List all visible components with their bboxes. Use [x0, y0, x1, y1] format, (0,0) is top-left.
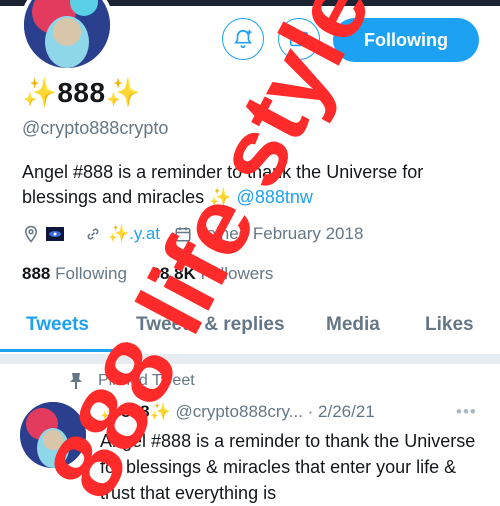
bio-mention-link[interactable]: @888tnw	[237, 187, 313, 207]
avatar-image	[24, 0, 110, 68]
galaxy-emoji-icon	[46, 227, 64, 241]
tweet-text: Angel #888 is a reminder to thank the Un…	[100, 431, 476, 503]
message-button[interactable]	[278, 18, 320, 60]
profile-meta: ✨.y.at Joined February 2018	[22, 224, 377, 244]
tweet-date[interactable]: · 2/26/21	[308, 402, 375, 421]
profile-bio: Angel #888 is a reminder to thank the Un…	[22, 160, 482, 210]
bio-emoji: ✨	[209, 187, 232, 207]
followers-stat[interactable]: 88.8K Followers	[151, 264, 274, 283]
notifications-button[interactable]	[222, 18, 264, 60]
following-stat[interactable]: 888 Following	[22, 264, 127, 283]
following-count: 888	[22, 264, 51, 283]
tab-tweets[interactable]: Tweets	[26, 314, 89, 336]
tab-media[interactable]: Media	[326, 314, 380, 336]
joined-text: Joined February 2018	[198, 224, 364, 243]
pin-icon	[70, 373, 82, 389]
profile-stats: 888 Following 88.8K Followers	[22, 264, 273, 284]
website[interactable]: ✨.y.at	[84, 224, 160, 244]
profile-tabs: Tweets Tweets & replies Media Likes	[0, 302, 500, 355]
bell-plus-icon	[234, 29, 252, 49]
pinned-indicator: Pinned Tweet	[68, 372, 195, 390]
tweet-author-name[interactable]: ✨888✨	[100, 402, 171, 421]
tab-tweets-replies[interactable]: Tweets & replies	[136, 314, 285, 336]
followers-count: 88.8K	[150, 264, 196, 283]
tweet-avatar[interactable]	[20, 402, 86, 468]
calendar-icon	[175, 227, 191, 242]
following-button[interactable]: Following	[333, 18, 479, 62]
envelope-icon	[289, 31, 309, 47]
profile-name: ✨888✨	[22, 77, 141, 108]
link-icon	[87, 228, 99, 240]
active-tab-indicator	[0, 349, 120, 352]
tweet-header: ✨888✨ @crypto888cry... · 2/26/21	[100, 402, 375, 422]
profile-handle: @crypto888crypto	[22, 118, 169, 138]
tweet-avatar-image	[20, 402, 86, 468]
followers-label: Followers	[200, 264, 274, 283]
more-options-icon[interactable]: •••	[456, 402, 477, 422]
section-separator	[0, 354, 500, 364]
website-link[interactable]: ✨.y.at	[108, 224, 160, 244]
following-label: Following	[55, 264, 127, 283]
tab-likes[interactable]: Likes	[425, 314, 474, 336]
pinned-label: Pinned Tweet	[98, 372, 195, 389]
location	[22, 225, 70, 243]
location-pin-icon	[24, 225, 38, 243]
profile-avatar[interactable]	[20, 0, 114, 72]
tweet-author-handle: @crypto888cry...	[175, 402, 303, 421]
joined-date: Joined February 2018	[174, 224, 363, 244]
